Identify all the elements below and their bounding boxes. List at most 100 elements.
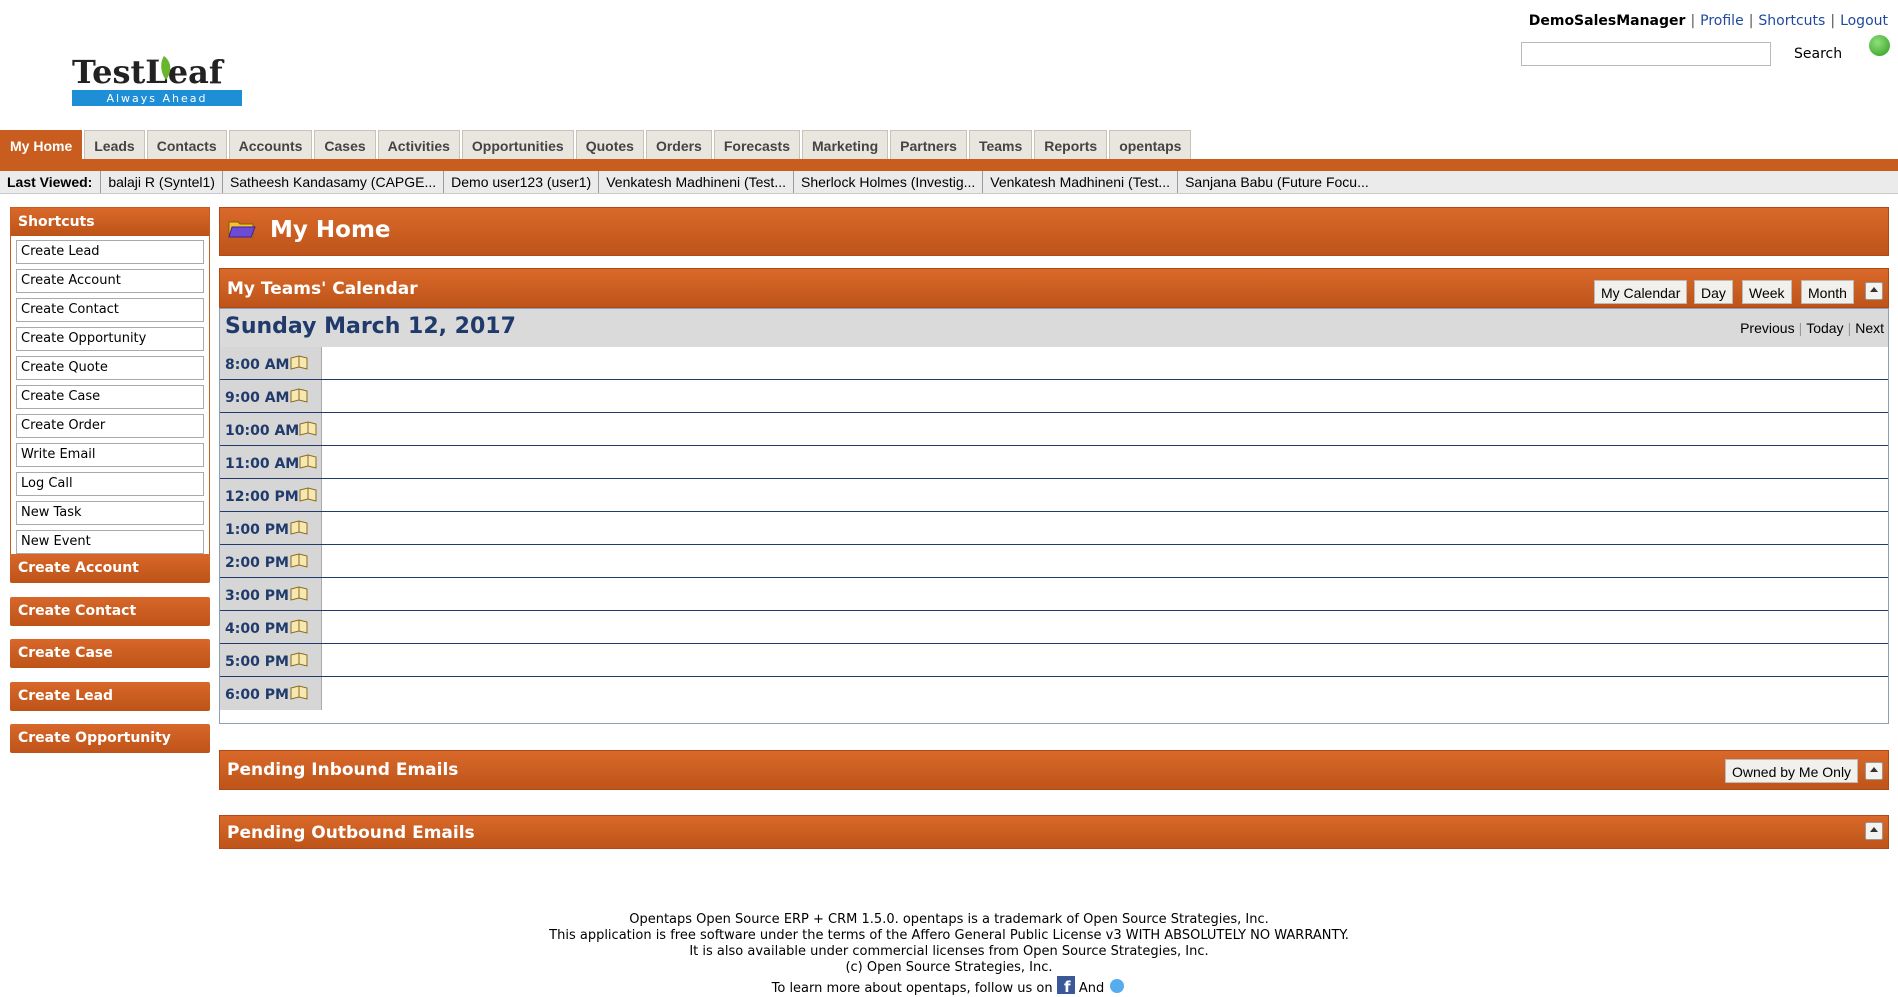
time-slot-cell[interactable] bbox=[322, 545, 1888, 577]
time-label: 5:00 PM bbox=[225, 654, 289, 670]
search-input[interactable] bbox=[1521, 42, 1771, 66]
last-viewed-item[interactable]: Venkatesh Madhineni (Test... bbox=[598, 171, 793, 193]
tab-opportunities[interactable]: Opportunities bbox=[461, 130, 574, 159]
tab-reports[interactable]: Reports bbox=[1034, 130, 1108, 159]
facebook-icon[interactable]: f bbox=[1056, 976, 1075, 994]
profile-link[interactable]: Profile bbox=[1700, 13, 1744, 29]
create-case-button[interactable]: Create Case bbox=[10, 639, 210, 668]
shortcuts-link[interactable]: Shortcuts bbox=[1758, 13, 1825, 29]
shortcut-create-case[interactable]: Create Case bbox=[16, 385, 204, 409]
create-lead-button[interactable]: Create Lead bbox=[10, 682, 210, 711]
tab-orders[interactable]: Orders bbox=[645, 130, 712, 159]
last-viewed-item[interactable]: Satheesh Kandasamy (CAPGE... bbox=[221, 171, 443, 193]
last-viewed-item[interactable]: Demo user123 (user1) bbox=[443, 171, 598, 193]
time-slot-cell[interactable] bbox=[322, 380, 1888, 412]
time-label: 3:00 PM bbox=[225, 588, 289, 604]
shortcut-list: Create Lead Create Account Create Contac… bbox=[11, 236, 209, 562]
time-label: 9:00 AM bbox=[225, 390, 290, 406]
book-icon[interactable] bbox=[299, 487, 317, 502]
book-icon[interactable] bbox=[290, 586, 308, 601]
shortcut-create-account[interactable]: Create Account bbox=[16, 269, 204, 293]
time-slot-label[interactable]: 8:00 AM bbox=[220, 347, 322, 379]
tab-contacts[interactable]: Contacts bbox=[146, 130, 227, 159]
page-title: My Home bbox=[270, 217, 391, 243]
shortcut-create-opportunity[interactable]: Create Opportunity bbox=[16, 327, 204, 351]
book-icon[interactable] bbox=[290, 355, 308, 370]
week-button[interactable]: Week bbox=[1742, 280, 1792, 304]
tab-cases[interactable]: Cases bbox=[314, 130, 376, 159]
book-icon[interactable] bbox=[290, 619, 308, 634]
collapse-inbound-icon[interactable] bbox=[1865, 762, 1883, 780]
create-account-button[interactable]: Create Account bbox=[10, 554, 210, 583]
calendar-nav: Previous | Today | Next bbox=[1740, 320, 1884, 336]
tab-teams[interactable]: Teams bbox=[968, 130, 1033, 159]
time-slot-cell[interactable] bbox=[322, 677, 1888, 710]
time-slot-label[interactable]: 3:00 PM bbox=[220, 578, 322, 610]
twitter-icon[interactable] bbox=[1108, 976, 1126, 994]
time-slot-label[interactable]: 4:00 PM bbox=[220, 611, 322, 643]
time-slot-cell[interactable] bbox=[322, 347, 1888, 379]
day-button[interactable]: Day bbox=[1694, 280, 1733, 304]
time-slot-label[interactable]: 2:00 PM bbox=[220, 545, 322, 577]
owned-by-me-button[interactable]: Owned by Me Only bbox=[1725, 759, 1859, 783]
create-contact-button[interactable]: Create Contact bbox=[10, 597, 210, 626]
tab-activities[interactable]: Activities bbox=[377, 130, 460, 159]
time-slot-label[interactable]: 1:00 PM bbox=[220, 512, 322, 544]
shortcut-create-order[interactable]: Create Order bbox=[16, 414, 204, 438]
book-icon[interactable] bbox=[290, 652, 308, 667]
time-slot-label[interactable]: 12:00 PM bbox=[220, 479, 322, 511]
create-opportunity-button[interactable]: Create Opportunity bbox=[10, 724, 210, 753]
username: DemoSalesManager bbox=[1528, 13, 1686, 29]
collapse-calendar-icon[interactable] bbox=[1865, 282, 1883, 300]
last-viewed-item[interactable]: Sherlock Holmes (Investig... bbox=[793, 171, 982, 193]
tab-accounts[interactable]: Accounts bbox=[228, 130, 313, 159]
footer-line: This application is free software under … bbox=[549, 928, 1349, 943]
tab-quotes[interactable]: Quotes bbox=[575, 130, 644, 159]
today-link[interactable]: Today bbox=[1806, 320, 1843, 336]
book-icon[interactable] bbox=[290, 388, 308, 403]
time-slot-cell[interactable] bbox=[322, 512, 1888, 544]
book-icon[interactable] bbox=[290, 685, 308, 700]
time-slot-cell[interactable] bbox=[322, 611, 1888, 643]
shortcut-create-lead[interactable]: Create Lead bbox=[16, 240, 204, 264]
time-slot-cell[interactable] bbox=[322, 479, 1888, 511]
time-slot-cell[interactable] bbox=[322, 413, 1888, 445]
previous-link[interactable]: Previous bbox=[1740, 320, 1794, 336]
shortcut-create-quote[interactable]: Create Quote bbox=[16, 356, 204, 380]
search-button[interactable]: Search bbox=[1794, 46, 1842, 62]
last-viewed-item[interactable]: Sanjana Babu (Future Focu... bbox=[1177, 171, 1376, 193]
next-link[interactable]: Next bbox=[1855, 320, 1884, 336]
my-calendar-button[interactable]: My Calendar bbox=[1594, 280, 1688, 304]
tab-partners[interactable]: Partners bbox=[890, 130, 967, 159]
book-icon[interactable] bbox=[290, 520, 308, 535]
time-slot-label[interactable]: 6:00 PM bbox=[220, 677, 322, 710]
time-slot-cell[interactable] bbox=[322, 578, 1888, 610]
book-icon[interactable] bbox=[299, 454, 317, 469]
time-slot-label[interactable]: 5:00 PM bbox=[220, 644, 322, 676]
time-slot-label[interactable]: 11:00 AM bbox=[220, 446, 322, 478]
tab-leads[interactable]: Leads bbox=[84, 130, 145, 159]
shortcut-write-email[interactable]: Write Email bbox=[16, 443, 204, 467]
time-slot-row: 9:00 AM bbox=[220, 380, 1888, 413]
book-icon[interactable] bbox=[299, 421, 317, 436]
time-slot-row: 2:00 PM bbox=[220, 545, 1888, 578]
book-icon[interactable] bbox=[290, 553, 308, 568]
shortcut-new-task[interactable]: New Task bbox=[16, 501, 204, 525]
tab-marketing[interactable]: Marketing bbox=[802, 130, 889, 159]
logout-link[interactable]: Logout bbox=[1840, 13, 1888, 29]
last-viewed-item[interactable]: Venkatesh Madhineni (Test... bbox=[982, 171, 1177, 193]
time-slot-cell[interactable] bbox=[322, 644, 1888, 676]
shortcut-new-event[interactable]: New Event bbox=[16, 530, 204, 554]
collapse-outbound-icon[interactable] bbox=[1865, 822, 1883, 840]
time-slot-label[interactable]: 9:00 AM bbox=[220, 380, 322, 412]
time-slot-label[interactable]: 10:00 AM bbox=[220, 413, 322, 445]
month-button[interactable]: Month bbox=[1801, 280, 1854, 304]
shortcut-create-contact[interactable]: Create Contact bbox=[16, 298, 204, 322]
time-label: 10:00 AM bbox=[225, 423, 300, 439]
tab-my-home[interactable]: My Home bbox=[0, 130, 83, 159]
tab-forecasts[interactable]: Forecasts bbox=[713, 130, 801, 159]
time-slot-cell[interactable] bbox=[322, 446, 1888, 478]
tab-opentaps[interactable]: opentaps bbox=[1109, 130, 1192, 159]
last-viewed-item[interactable]: balaji R (Syntel1) bbox=[100, 171, 222, 193]
shortcut-log-call[interactable]: Log Call bbox=[16, 472, 204, 496]
